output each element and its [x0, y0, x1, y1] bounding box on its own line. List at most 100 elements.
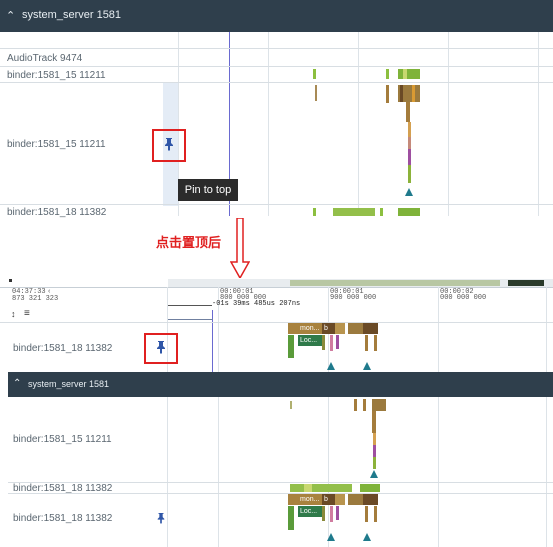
- slice[interactable]: [403, 69, 407, 79]
- slice[interactable]: [398, 69, 420, 79]
- grid-line: [167, 287, 168, 547]
- slice[interactable]: [313, 69, 316, 79]
- slice-label[interactable]: b: [322, 494, 335, 505]
- slice[interactable]: [363, 494, 378, 505]
- pinned-track-label: binder:1581_18 11382: [13, 343, 113, 354]
- slice[interactable]: [408, 122, 411, 137]
- slice[interactable]: [336, 335, 339, 349]
- grid-line: [218, 287, 219, 547]
- slice[interactable]: [372, 411, 376, 433]
- slice[interactable]: [363, 323, 378, 334]
- slice[interactable]: [313, 208, 316, 216]
- slice[interactable]: [374, 506, 377, 522]
- slice[interactable]: [408, 165, 411, 183]
- flow-arrow[interactable]: [370, 470, 378, 478]
- collapse-icon[interactable]: ↕: [11, 309, 16, 319]
- group-header-bottom[interactable]: ⌃ system_server 1581: [8, 372, 553, 397]
- slice-label[interactable]: b: [322, 323, 335, 334]
- pin-icon[interactable]: [156, 512, 166, 524]
- track-label-audiotrack: AudioTrack 9474: [7, 53, 83, 64]
- slice[interactable]: [330, 506, 333, 522]
- track-label-binder-15: binder:1581_15 11211: [7, 70, 106, 81]
- grid-line: [358, 32, 359, 216]
- slice[interactable]: [288, 506, 294, 530]
- slice[interactable]: [304, 484, 312, 492]
- slice[interactable]: [398, 208, 420, 216]
- slice[interactable]: [335, 494, 345, 505]
- slice[interactable]: [386, 85, 389, 103]
- overview-marker: [9, 279, 12, 282]
- pin-icon[interactable]: [155, 340, 167, 354]
- time-origin-2: 873 321 323: [12, 295, 59, 303]
- slice[interactable]: [400, 85, 403, 102]
- flow-arrow[interactable]: [363, 533, 371, 541]
- slice[interactable]: [380, 208, 383, 216]
- group-header-title: system_server 1581: [22, 9, 122, 21]
- grid-line: [438, 287, 439, 547]
- slice-label[interactable]: mon...: [298, 323, 324, 334]
- slice[interactable]: [360, 484, 380, 492]
- overview-band: [508, 280, 544, 286]
- slice[interactable]: [290, 401, 292, 409]
- slice[interactable]: [373, 457, 376, 469]
- chevron-up-icon[interactable]: ⌃: [13, 378, 21, 389]
- slice[interactable]: [333, 208, 375, 216]
- track-label-binder-18: binder:1581_18 11382: [7, 207, 107, 218]
- slice[interactable]: [373, 445, 376, 457]
- menu-icon[interactable]: ≡: [24, 308, 30, 319]
- group-header-title: system_server 1581: [28, 379, 110, 389]
- track-divider: [0, 82, 553, 83]
- slice[interactable]: [374, 335, 377, 351]
- slice[interactable]: [372, 399, 386, 411]
- flow-arrow[interactable]: [327, 362, 335, 370]
- slice[interactable]: [288, 335, 294, 358]
- track-label-binder-15: binder:1581_15 11211: [13, 434, 112, 445]
- pin-icon[interactable]: [163, 137, 175, 151]
- slice-label[interactable]: Loc...: [298, 506, 322, 517]
- slice[interactable]: [354, 399, 357, 411]
- duration-label: -01s 39ms 485us 207ns: [212, 300, 301, 308]
- slice[interactable]: [330, 335, 333, 351]
- tick-label: 900 000 000: [330, 294, 377, 302]
- slice[interactable]: [406, 102, 410, 122]
- slice[interactable]: [322, 335, 325, 350]
- annotation-label: 点击置顶后: [156, 235, 222, 250]
- chevron-up-icon[interactable]: ⌃: [6, 9, 15, 22]
- slice[interactable]: [336, 506, 339, 520]
- track-divider: [0, 322, 553, 323]
- flow-arrow[interactable]: [327, 533, 335, 541]
- arrow-down-icon: [229, 217, 251, 280]
- track-label-binder-18-expanded: binder:1581_18 11382: [13, 513, 113, 524]
- slice-label[interactable]: Loc...: [298, 335, 322, 346]
- ruler-tick-marker: ‹: [48, 288, 51, 295]
- track-divider: [0, 48, 553, 49]
- track-label-binder-15-expanded: binder:1581_15 11211: [7, 139, 106, 150]
- track-divider: [0, 204, 553, 205]
- flow-arrow[interactable]: [363, 362, 371, 370]
- slice[interactable]: [363, 399, 366, 411]
- slice[interactable]: [365, 506, 368, 522]
- flow-arrow[interactable]: [405, 188, 413, 196]
- grid-line: [546, 287, 547, 547]
- slice-label[interactable]: mon...: [298, 494, 324, 505]
- slice[interactable]: [315, 85, 317, 101]
- slice[interactable]: [365, 335, 368, 351]
- slice[interactable]: [408, 149, 411, 165]
- overview-band: [290, 280, 500, 286]
- slice[interactable]: [335, 323, 345, 334]
- tooltip: Pin to top: [178, 179, 238, 201]
- group-header-top[interactable]: ⌃ system_server 1581: [0, 0, 553, 32]
- slice[interactable]: [322, 506, 325, 521]
- slice[interactable]: [290, 484, 352, 492]
- tick-label: 000 000 000: [440, 294, 487, 302]
- grid-line: [448, 32, 449, 216]
- track-divider: [8, 493, 553, 494]
- grid-line: [268, 32, 269, 216]
- grid-line: [538, 32, 539, 216]
- track-divider: [0, 66, 553, 67]
- area-selection: [168, 311, 213, 320]
- slice[interactable]: [412, 85, 415, 102]
- slice[interactable]: [386, 69, 389, 79]
- slice[interactable]: [373, 433, 376, 445]
- slice[interactable]: [408, 137, 411, 149]
